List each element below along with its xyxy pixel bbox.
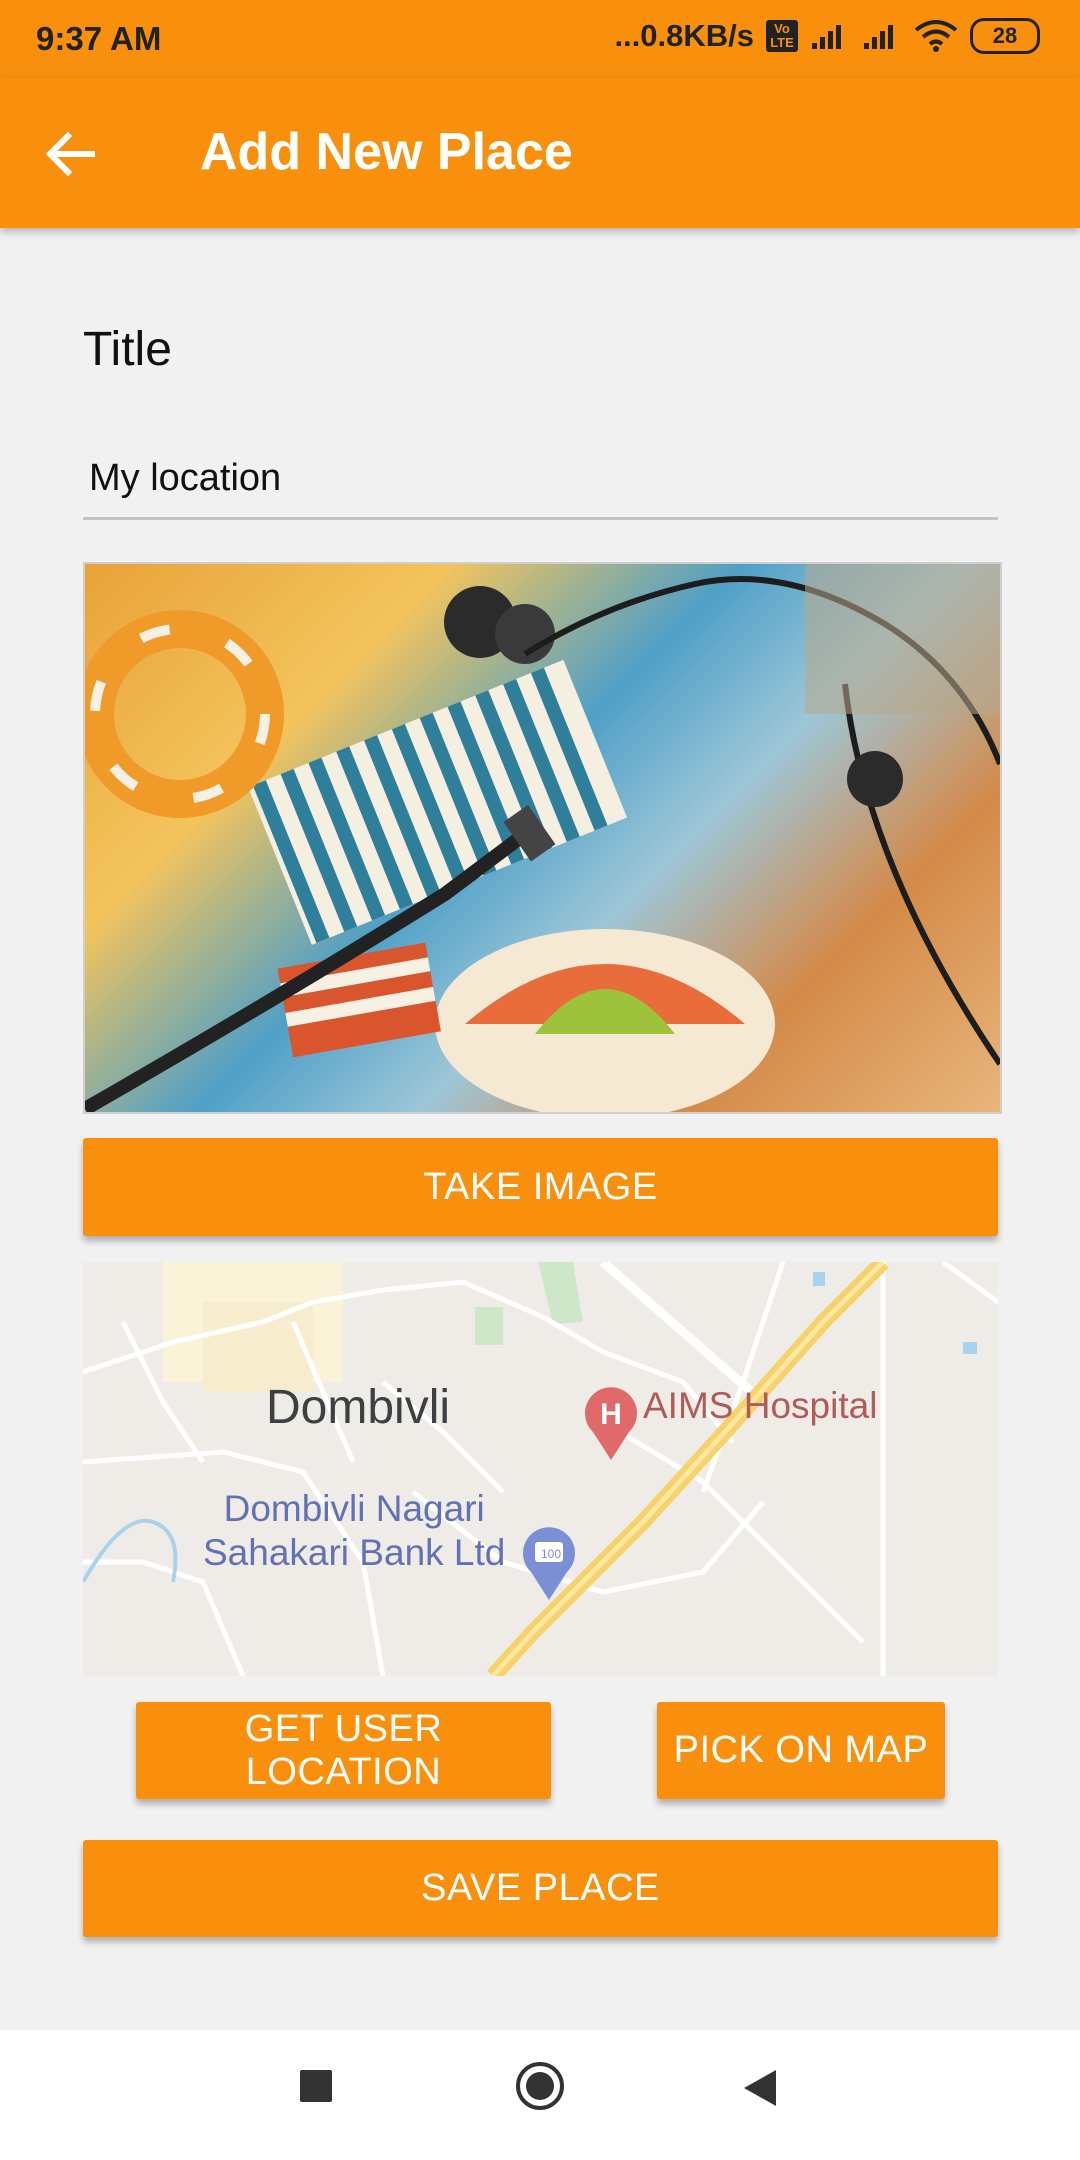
battery-icon: 28 [970,18,1040,54]
image-preview [83,562,1002,1114]
back-icon[interactable] [742,2068,778,2113]
title-input[interactable] [83,440,998,520]
map-bank-label-line1: Dombivli Nagari [223,1488,485,1529]
map-bank-label: Dombivli Nagari Sahakari Bank Ltd [203,1487,505,1575]
signal-icon-2 [862,21,902,51]
volte-icon: Vo LTE [766,20,798,52]
status-bar: 9:37 AM ...0.8KB/s Vo LTE 28 [0,0,1080,78]
recents-icon[interactable] [298,2068,334,2109]
status-time: 9:37 AM [36,20,162,57]
network-speed: ...0.8KB/s [614,18,754,53]
page-title: Add New Place [200,123,573,181]
get-user-location-button[interactable]: GET USER LOCATION [136,1702,551,1799]
pick-on-map-button[interactable]: PICK ON MAP [657,1702,945,1799]
map-hospital-label: AIMS Hospital [643,1385,878,1426]
map-bank-label-line2: Sahakari Bank Ltd [203,1532,506,1573]
signal-icon [810,21,850,51]
take-image-button[interactable]: TAKE IMAGE [83,1138,998,1236]
svg-text:100: 100 [541,1547,561,1561]
home-icon[interactable] [514,2060,566,2117]
svg-text:H: H [600,1398,622,1431]
hospital-pin-icon: H [583,1384,639,1462]
save-place-button[interactable]: SAVE PLACE [83,1840,998,1937]
title-label: Title [83,323,172,376]
bank-pin-icon: 100 [521,1524,577,1602]
system-nav-bar [0,2030,1080,2160]
location-map[interactable]: H Dombivli AIMS Hospital Dombivli Nagari… [83,1262,998,1676]
map-city-label: Dombivli [266,1381,451,1434]
wifi-icon [914,20,958,52]
arrow-back-icon[interactable] [44,130,96,178]
app-bar: Add New Place [0,78,1080,228]
status-icons: ...0.8KB/s Vo LTE 28 [614,18,1040,54]
